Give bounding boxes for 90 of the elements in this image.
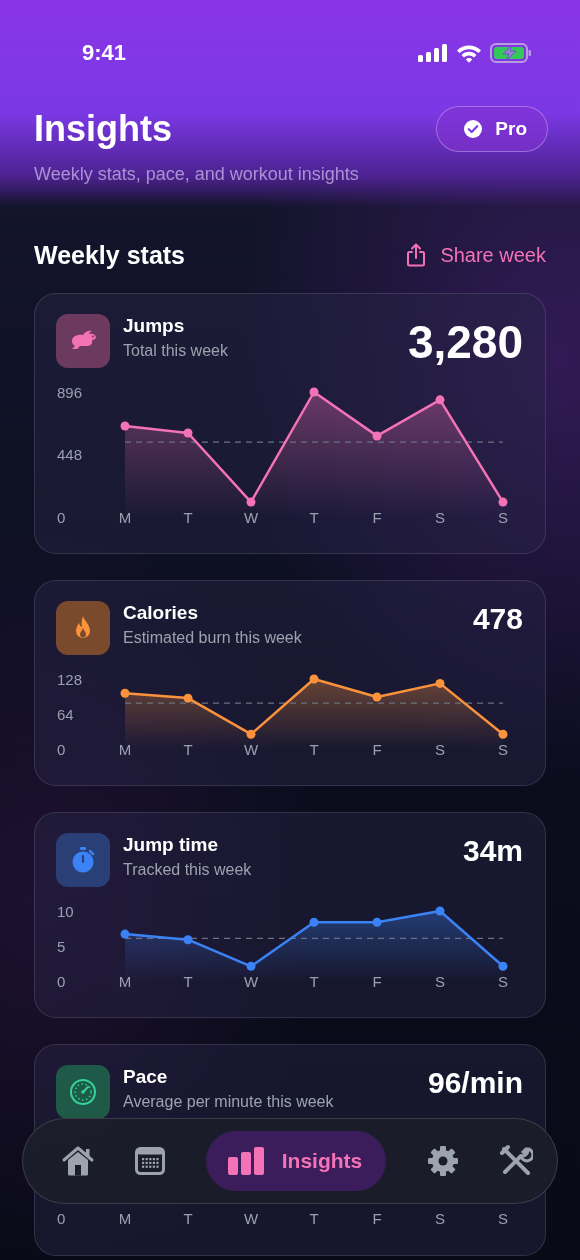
x-axis-label: S [435,1210,445,1227]
speedometer-icon [69,1078,97,1106]
section-title: Weekly stats [34,240,185,270]
card-subtitle: Average per minute this week [123,1093,335,1111]
data-point [309,674,319,684]
card-title: Calories [123,602,199,624]
x-axis-label: W [243,972,259,990]
data-point [435,906,445,916]
calendar-icon [135,1147,166,1175]
x-axis-label: M [118,972,132,990]
settings-icon [426,1145,459,1177]
x-axis-label: T [183,972,193,990]
data-point [246,961,256,971]
x-axis-label: T [309,972,319,990]
page-subtitle: Weekly stats, pace, and workout insights [34,164,360,185]
data-point [120,421,130,431]
share-icon [406,243,427,267]
x-axis-label: T [309,740,319,758]
data-point [372,692,382,702]
tools-icon [498,1144,533,1178]
x-axis-label: T [309,508,319,526]
x-axis-label: M [118,1210,132,1227]
x-axis-label: S [435,972,445,990]
data-point [498,729,508,739]
data-point [498,961,508,971]
pro-button[interactable]: Pro [436,106,548,152]
y-axis-label: 0 [57,508,66,526]
stat-value: 34m [462,833,523,869]
data-point [372,431,382,441]
stopwatch-icon [70,846,96,874]
x-axis-label: S [435,740,445,758]
wifi-icon [456,43,482,63]
x-axis-label: F [372,1210,382,1227]
x-axis-label: S [498,972,508,990]
x-axis-label: M [118,740,132,758]
card-title: Jump time [123,834,220,856]
battery-charging-icon [490,43,532,63]
stat-value: 3,280 [407,315,523,370]
data-point [183,428,193,438]
data-point [183,935,193,945]
x-axis-label: W [243,1210,259,1227]
card-title: Pace [123,1066,169,1088]
y-axis-label: 0 [57,1210,66,1227]
x-axis-label: S [435,508,445,526]
y-axis-label: 64 [57,705,74,723]
card-subtitle: Total this week [123,342,229,360]
nav-tab[interactable]: Insights [205,1131,387,1191]
data-point [246,497,256,507]
y-axis-label: 896 [57,383,83,401]
x-axis-label: M [118,508,132,526]
x-axis-label: F [372,508,382,526]
x-axis-label: F [372,740,382,758]
data-point [309,387,319,397]
x-axis-label: T [183,508,193,526]
page-title: Insights [34,108,172,150]
data-point [435,395,445,405]
status-time: 9:41 [82,40,127,66]
y-axis-label: 0 [57,740,66,758]
x-axis-label: S [498,508,508,526]
data-point [498,497,508,507]
card-subtitle: Estimated burn this week [123,629,303,647]
home-icon [61,1145,95,1177]
x-axis-label: S [498,1210,508,1227]
bar-chart-icon [227,1147,266,1175]
data-point [372,917,382,927]
x-axis-label: F [372,972,382,990]
data-point [309,917,319,927]
x-axis-label: W [243,508,259,526]
y-axis-label: 10 [57,902,74,920]
data-point [183,693,193,703]
y-axis-label: 448 [57,446,83,463]
card-subtitle: Tracked this week [123,861,253,879]
y-axis-label: 128 [57,670,83,688]
share-week-button[interactable]: Share week [406,243,546,267]
x-axis-label: W [243,740,259,758]
data-point [246,729,256,739]
stat-value: 96/min [427,1065,523,1101]
x-axis-label: T [183,1210,193,1227]
data-point [120,688,130,698]
check-circle-icon [463,119,484,139]
stat-value: 478 [472,601,523,637]
x-axis-label: T [309,1210,319,1227]
signal-icon [418,44,448,62]
card-title: Jumps [123,315,186,337]
y-axis-label: 5 [57,937,66,955]
x-axis-label: T [183,740,193,758]
data-point [435,678,445,688]
data-point [120,929,130,939]
x-axis-label: S [498,740,508,758]
y-axis-label: 0 [57,972,66,990]
